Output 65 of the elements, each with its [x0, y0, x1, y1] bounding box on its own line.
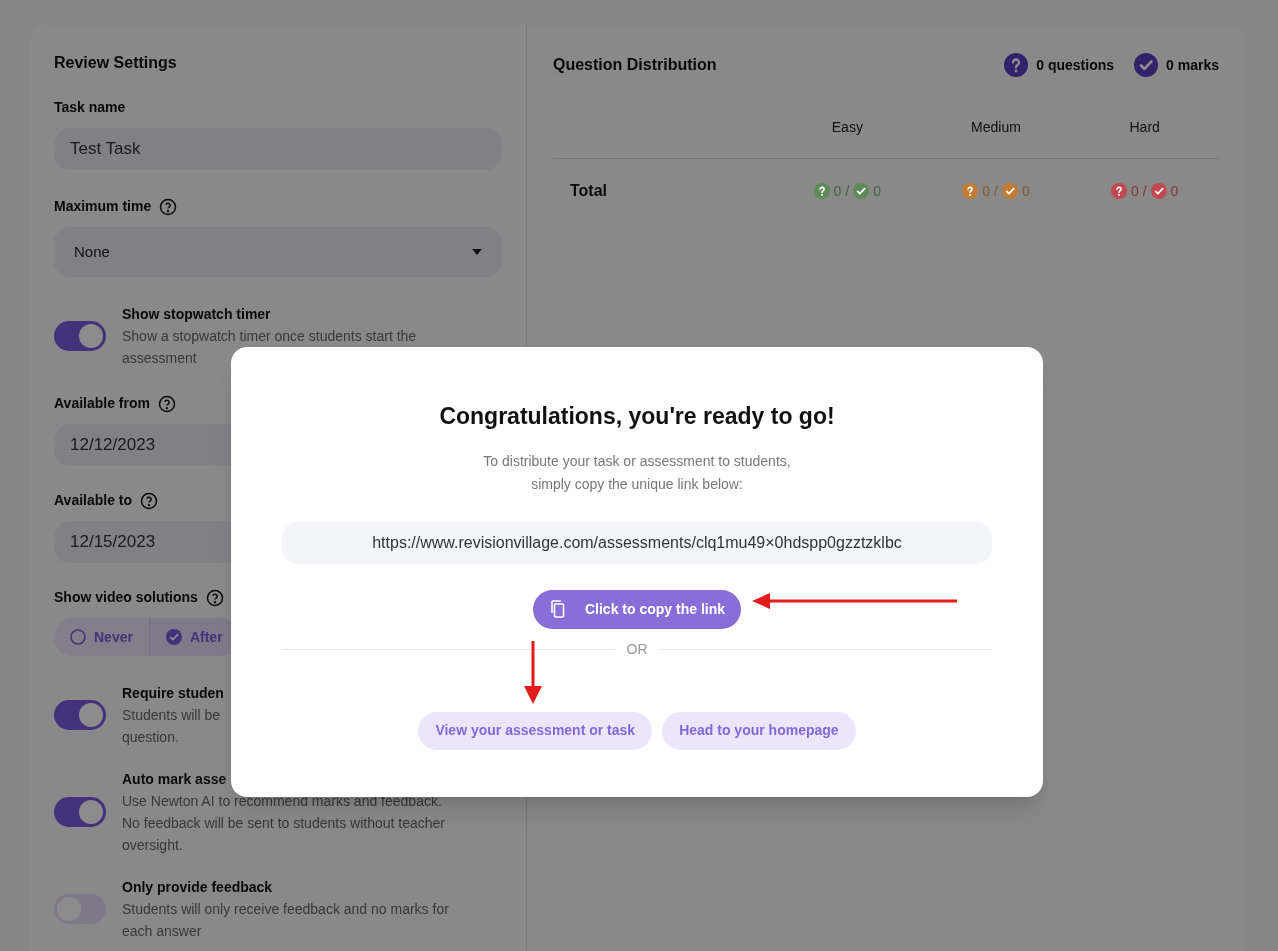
toggle-description: No feedback will be sent to students without teacher [122, 814, 445, 833]
modal-description: simply copy the unique link below: [531, 474, 743, 494]
toggle-switch[interactable] [54, 700, 106, 730]
question-count: 0 [833, 181, 842, 201]
toggle-description: question. [122, 728, 180, 747]
toggle-title: Auto mark asse [122, 770, 228, 789]
help-icon[interactable] [157, 394, 176, 413]
row-label: Total [569, 181, 608, 201]
toggle-description: Students will be [122, 706, 222, 725]
marks-count: 0 [873, 181, 882, 201]
toggle-title: Require studen [122, 684, 224, 703]
divider-label: OR [626, 639, 648, 659]
check-circle-icon [1134, 53, 1159, 77]
question-count: 0 questions [1036, 55, 1115, 75]
copy-icon [549, 600, 565, 618]
help-icon[interactable] [159, 197, 178, 216]
toggle-title: Only provide feedback [122, 878, 274, 897]
radio-icon [70, 629, 86, 645]
secondary-button[interactable]: View your assessment or task [418, 711, 653, 750]
text-field[interactable]: Test Task [54, 128, 502, 170]
help-icon[interactable] [205, 588, 224, 607]
column-header: Easy [831, 118, 863, 137]
help-icon[interactable] [140, 491, 159, 510]
check-circle-icon [1150, 183, 1167, 199]
modal-title: Congratulations, you're ready to go! [439, 402, 835, 431]
column-header: Medium [971, 118, 1021, 137]
separator: / [845, 181, 850, 201]
link-field[interactable]: https://www.revisionvillage.com/assessments/clq1mu49×0hdspp0gzztzklbc [282, 521, 992, 564]
field-label: Maximum time [54, 197, 152, 216]
check-circle-icon [165, 629, 182, 645]
caret-icon [472, 249, 482, 255]
question-icon [1110, 183, 1127, 199]
annotation-arrow [523, 641, 543, 704]
separator: / [994, 181, 998, 201]
field-label: Show video solutions [54, 588, 198, 607]
segment-option[interactable]: Never [54, 618, 149, 656]
field-label: Available to [54, 491, 133, 510]
marks-count: 0 [1170, 181, 1179, 201]
toggle-switch[interactable] [54, 797, 106, 827]
toggle-description: Show a stopwatch timer once students start the [122, 327, 417, 346]
copy-link-button[interactable]: Click to copy the link [533, 589, 741, 629]
section-title: Question Distribution [553, 55, 717, 75]
dropdown-select[interactable]: None [54, 227, 502, 277]
toggle-description: each answer [122, 922, 203, 941]
section-title: Review Settings [54, 53, 178, 73]
field-label: Task name [54, 98, 126, 117]
toggle-description: assessment [122, 349, 198, 368]
question-count: 0 [982, 181, 991, 201]
toggle-description: Students will only receive feedback and no marks for [122, 900, 449, 919]
toggle-switch[interactable] [54, 321, 106, 351]
field-label: Available from [54, 394, 150, 413]
question-icon [813, 183, 830, 199]
toggle-title: Show stopwatch timer [122, 305, 272, 324]
secondary-button[interactable]: Head to your homepage [662, 711, 856, 750]
toggle-description: oversight. [122, 836, 184, 855]
check-circle-icon [853, 183, 870, 199]
modal-description: To distribute your task or assessment to students, [483, 451, 791, 471]
marks-count: 0 [1021, 181, 1030, 201]
separator: / [1142, 181, 1147, 201]
column-header: Hard [1129, 118, 1160, 137]
marks-count: 0 marks [1166, 55, 1219, 75]
question-count: 0 [1130, 181, 1139, 201]
question-icon [1004, 53, 1029, 77]
question-icon [962, 183, 979, 199]
check-circle-icon [1001, 183, 1018, 199]
